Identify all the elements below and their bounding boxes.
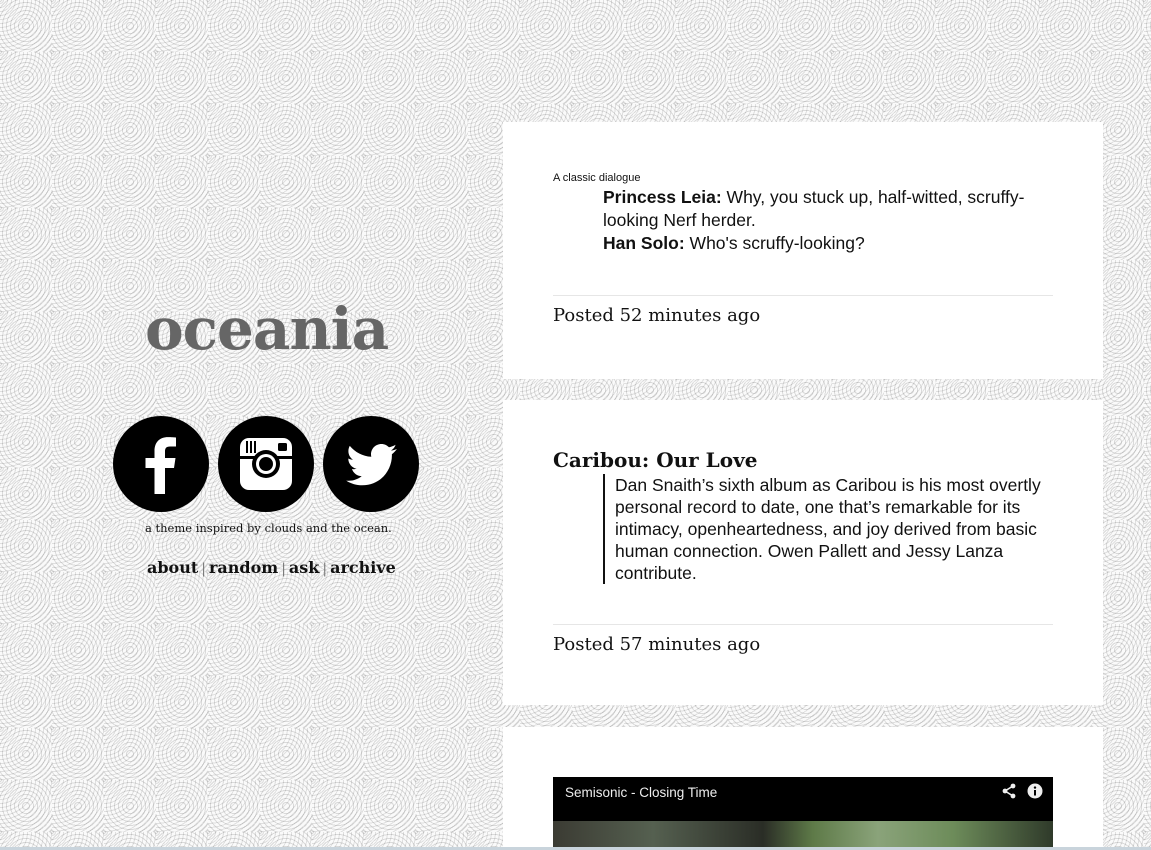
- chat-dialogue: Princess Leia: Why, you stuck up, half-w…: [603, 186, 1043, 255]
- video-player[interactable]: Semisonic - Closing Time: [553, 777, 1053, 850]
- instagram-icon: [240, 438, 292, 490]
- chat-post-title: A classic dialogue: [553, 172, 641, 184]
- chat-line: Han Solo: Who's scruffy-looking?: [603, 232, 1043, 255]
- video-post: Semisonic - Closing Time: [503, 727, 1103, 850]
- blog-title[interactable]: oceania: [145, 300, 389, 358]
- nav-random-link[interactable]: random: [209, 558, 278, 577]
- info-icon[interactable]: [1027, 783, 1043, 799]
- share-icon[interactable]: [1001, 783, 1017, 799]
- video-thumbnail[interactable]: [553, 821, 1053, 850]
- chat-text: Who's scruffy-looking?: [689, 233, 865, 253]
- facebook-button[interactable]: [113, 416, 209, 512]
- blog-nav: about | random | ask | archive: [147, 558, 396, 577]
- video-title[interactable]: Semisonic - Closing Time: [565, 785, 717, 800]
- post-divider: [553, 624, 1053, 625]
- chat-line: Princess Leia: Why, you stuck up, half-w…: [603, 186, 1043, 232]
- sidebar: oceania a theme inspired by clouds and t…: [0, 0, 530, 850]
- link-post-quote: Dan Snaith’s sixth album as Caribou is h…: [603, 474, 1055, 584]
- post-timestamp-link[interactable]: Posted 52 minutes ago: [553, 305, 760, 326]
- nav-separator: |: [322, 561, 328, 577]
- chat-speaker: Han Solo:: [603, 233, 685, 253]
- twitter-button[interactable]: [323, 416, 419, 512]
- link-post: Caribou: Our Love Dan Snaith’s sixth alb…: [503, 400, 1103, 705]
- blog-tagline: a theme inspired by clouds and the ocean…: [145, 521, 392, 535]
- chat-post: A classic dialogue Princess Leia: Why, y…: [503, 122, 1103, 379]
- facebook-icon: [145, 437, 176, 494]
- nav-about-link[interactable]: about: [147, 558, 198, 577]
- post-divider: [553, 295, 1053, 296]
- link-post-title[interactable]: Caribou: Our Love: [553, 448, 757, 472]
- nav-separator: |: [201, 561, 206, 577]
- chat-speaker: Princess Leia:: [603, 187, 722, 207]
- social-links: [113, 416, 419, 512]
- nav-archive-link[interactable]: archive: [330, 558, 396, 577]
- instagram-button[interactable]: [218, 416, 314, 512]
- nav-ask-link[interactable]: ask: [289, 558, 319, 577]
- post-timestamp-link[interactable]: Posted 57 minutes ago: [553, 634, 760, 655]
- nav-separator: |: [281, 561, 286, 577]
- twitter-icon: [346, 444, 398, 486]
- video-controls: [1001, 783, 1043, 799]
